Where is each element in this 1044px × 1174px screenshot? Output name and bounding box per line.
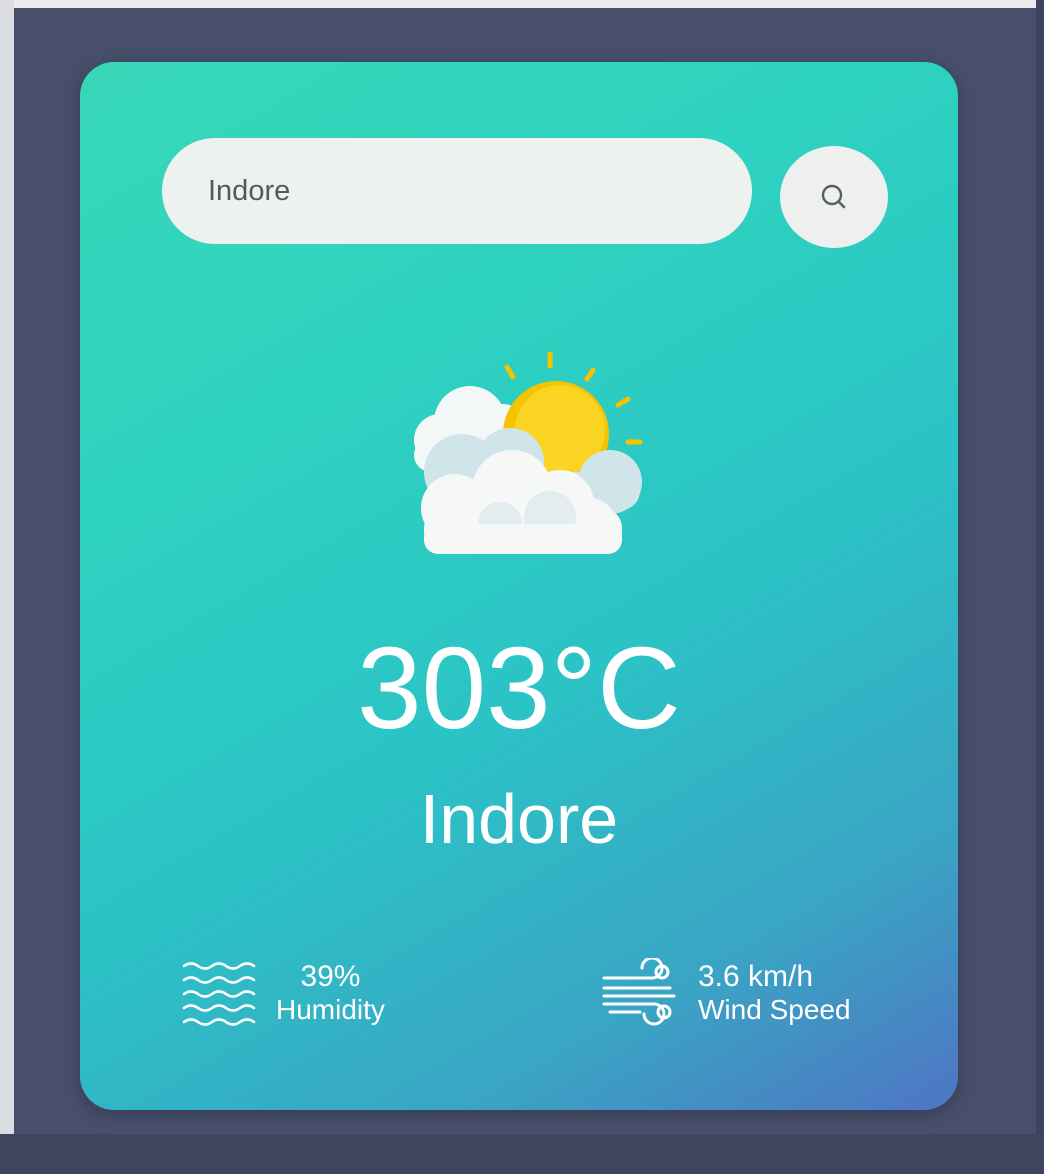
search-icon xyxy=(821,184,846,209)
wind-text: 3.6 km/h Wind Speed xyxy=(698,960,851,1027)
humidity-label: Humidity xyxy=(276,994,385,1026)
wind-icon xyxy=(602,958,676,1026)
weather-card: 303°C Indore 39% Humidity xyxy=(80,62,958,1110)
sun-behind-clouds-icon xyxy=(414,351,643,554)
screen-edge xyxy=(0,1134,1044,1174)
wind-label: Wind Speed xyxy=(698,994,851,1026)
screen-edge xyxy=(0,0,14,1174)
temperature-display: 303°C xyxy=(357,623,681,753)
search-button[interactable] xyxy=(780,146,888,248)
city-search-input[interactable] xyxy=(162,138,752,244)
humidity-text: 39% Humidity xyxy=(276,960,385,1027)
screen-edge xyxy=(1036,0,1044,1174)
wind-stat: 3.6 km/h Wind Speed xyxy=(600,958,851,1028)
screen-edge xyxy=(0,0,1044,8)
humidity-value: 39% xyxy=(300,959,361,993)
wind-value: 3.6 km/h xyxy=(698,959,814,993)
humidity-waves-icon xyxy=(182,962,256,1026)
city-name: Indore xyxy=(419,780,619,858)
humidity-stat: 39% Humidity xyxy=(180,958,385,1028)
